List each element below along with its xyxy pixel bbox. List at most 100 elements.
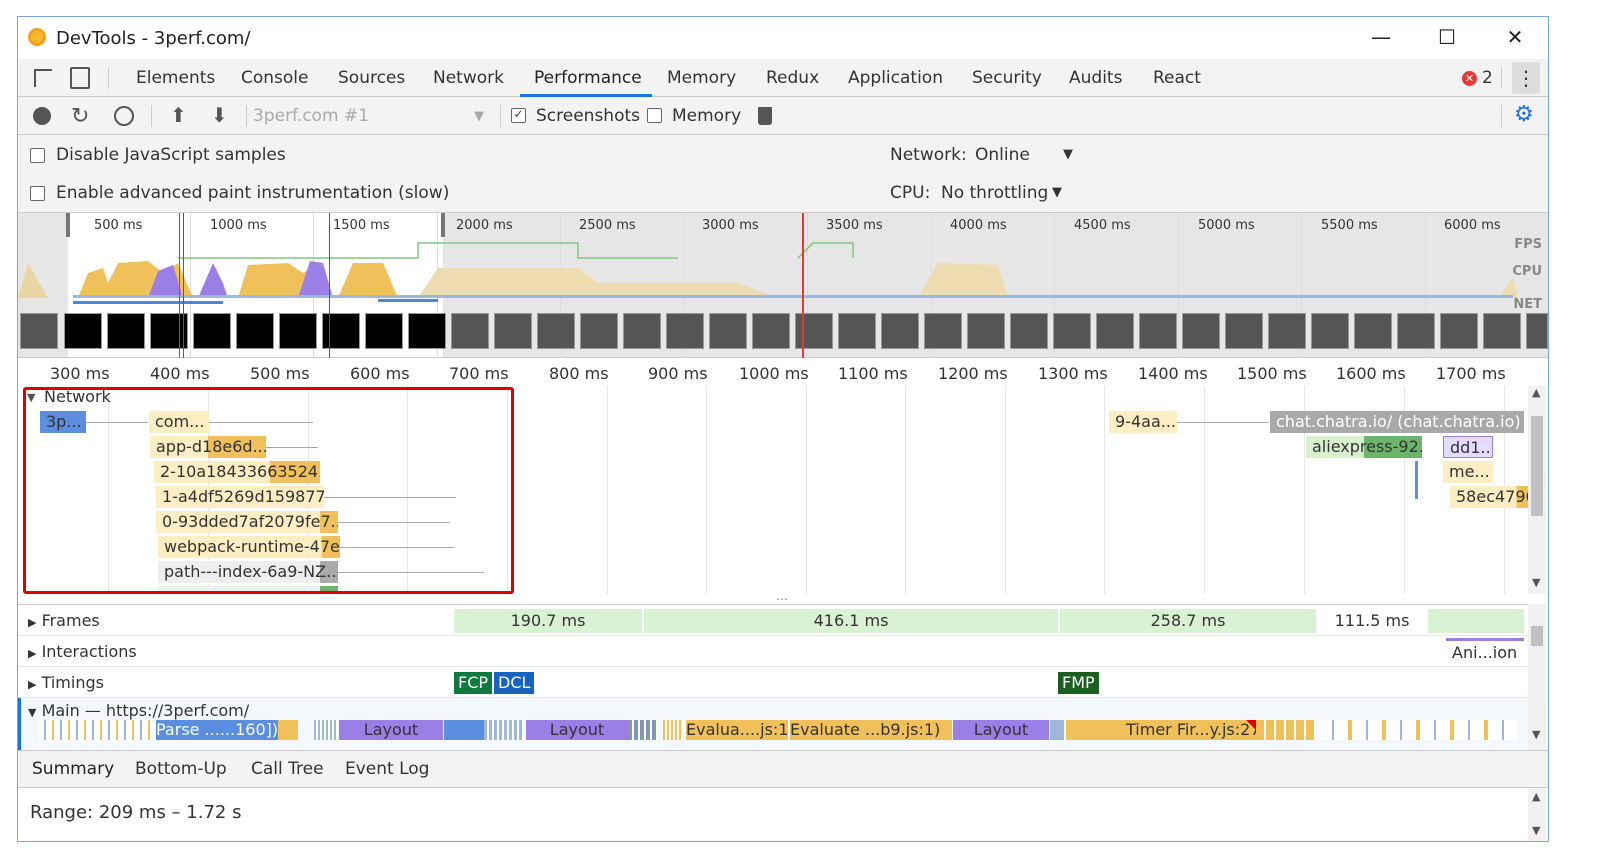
interactions-track[interactable]: ▶ Interactions Ani...ion bbox=[18, 636, 1528, 667]
tracks-scrollbar[interactable]: ▼ bbox=[1528, 604, 1546, 750]
screenshot-thumbnail[interactable] bbox=[881, 313, 919, 349]
screenshot-thumbnail[interactable] bbox=[580, 313, 618, 349]
network-request[interactable]: aliexpress-92... bbox=[1306, 436, 1422, 458]
screenshot-thumbnail[interactable] bbox=[64, 313, 102, 349]
screenshot-thumbnail[interactable] bbox=[494, 313, 532, 349]
tab-redux[interactable]: Redux bbox=[766, 68, 819, 88]
triangle-right-icon[interactable]: ▶ bbox=[28, 647, 36, 660]
clear-icon[interactable] bbox=[114, 106, 134, 126]
tab-console[interactable]: Console bbox=[241, 68, 309, 88]
tab-network[interactable]: Network bbox=[433, 68, 504, 88]
task-block[interactable]: Evalua....js:1) bbox=[686, 720, 788, 740]
task-block[interactable]: Layout bbox=[526, 720, 628, 740]
more-menu-icon[interactable]: ⋮ bbox=[1512, 62, 1540, 94]
screenshot-thumbnail[interactable] bbox=[709, 313, 747, 349]
profile-select[interactable]: 3perf.com #1 bbox=[253, 106, 369, 126]
tab-call-tree[interactable]: Call Tree bbox=[251, 759, 324, 779]
screenshot-thumbnail[interactable] bbox=[752, 313, 790, 349]
chevron-down-icon[interactable]: ▼ bbox=[1063, 147, 1073, 162]
scroll-down-icon[interactable]: ▼ bbox=[1532, 576, 1540, 589]
minimize-button[interactable]: — bbox=[1366, 25, 1396, 51]
screenshot-thumbnail[interactable] bbox=[1397, 313, 1435, 349]
error-count[interactable]: 2 bbox=[1482, 68, 1493, 88]
load-profile-icon[interactable]: ⬆ bbox=[170, 103, 187, 127]
scroll-thumb[interactable] bbox=[1531, 416, 1543, 516]
summary-scrollbar[interactable]: ▲ ▼ bbox=[1528, 788, 1546, 841]
screenshot-thumbnail[interactable] bbox=[623, 313, 661, 349]
tab-sources[interactable]: Sources bbox=[338, 68, 405, 88]
task-block[interactable]: Timer Fir...y.js:27) bbox=[1126, 720, 1256, 740]
screenshot-thumbnail[interactable] bbox=[279, 313, 317, 349]
tab-security[interactable]: Security bbox=[972, 68, 1042, 88]
main-thread-track[interactable]: ▼ Main — https://3perf.com/ Parse ......… bbox=[18, 698, 1528, 751]
screenshot-thumbnail[interactable] bbox=[1354, 313, 1392, 349]
timeline-tracks[interactable]: ▶ Frames 190.7 ms 416.1 ms 258.7 ms 111.… bbox=[18, 604, 1528, 751]
frame-block[interactable]: 416.1 ms bbox=[644, 609, 1058, 633]
screenshot-thumbnail[interactable] bbox=[1182, 313, 1220, 349]
screenshot-thumbnail[interactable] bbox=[537, 313, 575, 349]
tab-summary[interactable]: Summary bbox=[32, 759, 114, 779]
screenshot-thumbnail[interactable] bbox=[322, 313, 360, 349]
record-button[interactable] bbox=[33, 107, 51, 125]
chevron-down-icon[interactable]: ▼ bbox=[1052, 185, 1062, 200]
screenshot-thumbnail[interactable] bbox=[1139, 313, 1177, 349]
task-block[interactable]: Layout bbox=[339, 720, 443, 740]
interaction-item[interactable]: Ani...ion bbox=[1452, 643, 1517, 662]
screenshot-thumbnail[interactable] bbox=[1311, 313, 1349, 349]
frames-track[interactable]: ▶ Frames 190.7 ms 416.1 ms 258.7 ms 111.… bbox=[18, 605, 1528, 636]
triangle-down-icon[interactable]: ▼ bbox=[28, 706, 36, 719]
screenshot-thumbnail[interactable] bbox=[1526, 313, 1548, 349]
network-throttle-select[interactable]: Online bbox=[975, 145, 1030, 165]
screenshot-thumbnail[interactable] bbox=[924, 313, 962, 349]
reload-profile-button[interactable]: ↻ bbox=[71, 104, 89, 129]
screenshot-thumbnail[interactable] bbox=[1268, 313, 1306, 349]
tab-elements[interactable]: Elements bbox=[136, 68, 215, 88]
memory-checkbox[interactable] bbox=[647, 108, 662, 123]
tab-audits[interactable]: Audits bbox=[1069, 68, 1122, 88]
cpu-throttle-select[interactable]: No throttling bbox=[941, 183, 1048, 203]
tab-react[interactable]: React bbox=[1153, 68, 1201, 88]
frame-block[interactable] bbox=[1428, 609, 1524, 633]
screenshot-thumbnail[interactable] bbox=[1483, 313, 1521, 349]
advanced-paint-checkbox[interactable] bbox=[30, 186, 45, 201]
trash-icon[interactable] bbox=[758, 107, 772, 125]
device-toolbar-icon[interactable] bbox=[70, 67, 90, 89]
network-request[interactable]: chat.chatra.io/ (chat.chatra.io) bbox=[1270, 411, 1524, 433]
scroll-down-icon[interactable]: ▼ bbox=[1532, 824, 1540, 837]
screenshots-checkbox[interactable]: ✓ bbox=[511, 108, 526, 123]
network-request[interactable]: 58ec4796 bbox=[1450, 486, 1528, 508]
scroll-up-icon[interactable]: ▲ bbox=[1532, 386, 1540, 399]
tab-memory[interactable]: Memory bbox=[667, 68, 736, 88]
maximize-button[interactable]: ☐ bbox=[1432, 25, 1462, 51]
network-request[interactable]: 9-4aa... bbox=[1109, 411, 1177, 433]
screenshot-thumbnail[interactable] bbox=[1096, 313, 1134, 349]
task-block[interactable]: Evaluate ...b9.js:1) bbox=[790, 720, 940, 740]
triangle-right-icon[interactable]: ▶ bbox=[28, 678, 36, 691]
screenshot-thumbnail[interactable] bbox=[20, 313, 58, 349]
screenshot-thumbnail[interactable] bbox=[795, 313, 833, 349]
screenshot-thumbnail[interactable] bbox=[838, 313, 876, 349]
save-profile-icon[interactable]: ⬇ bbox=[211, 103, 228, 127]
network-request[interactable]: dd1... bbox=[1443, 436, 1493, 458]
screenshot-thumbnail[interactable] bbox=[1440, 313, 1478, 349]
gear-icon[interactable]: ⚙ bbox=[1514, 102, 1534, 127]
screenshot-thumbnail[interactable] bbox=[1053, 313, 1091, 349]
screenshot-thumbnail[interactable] bbox=[107, 313, 145, 349]
close-button[interactable]: ✕ bbox=[1500, 25, 1530, 51]
tab-performance[interactable]: Performance bbox=[534, 68, 642, 88]
tab-event-log[interactable]: Event Log bbox=[345, 759, 429, 779]
dcl-marker[interactable]: DCL bbox=[494, 672, 535, 694]
screenshot-thumbnail[interactable] bbox=[666, 313, 704, 349]
scroll-thumb[interactable] bbox=[1531, 626, 1543, 646]
screenshot-thumbnail[interactable] bbox=[967, 313, 1005, 349]
tab-application[interactable]: Application bbox=[848, 68, 943, 88]
frame-block[interactable]: 190.7 ms bbox=[454, 609, 642, 633]
frame-block[interactable]: 258.7 ms bbox=[1060, 609, 1316, 633]
timeline-overview[interactable]: 500 ms 1000 ms 1500 ms 2000 ms 2500 ms 3… bbox=[18, 213, 1548, 358]
inspect-element-icon[interactable] bbox=[34, 69, 52, 87]
screenshot-thumbnail[interactable] bbox=[1010, 313, 1048, 349]
frame-block[interactable]: 111.5 ms bbox=[1318, 609, 1426, 633]
fcp-marker[interactable]: FCP bbox=[454, 672, 493, 694]
network-scrollbar[interactable]: ▲ ▼ bbox=[1528, 386, 1546, 594]
error-icon[interactable]: ✕ bbox=[1462, 71, 1477, 86]
